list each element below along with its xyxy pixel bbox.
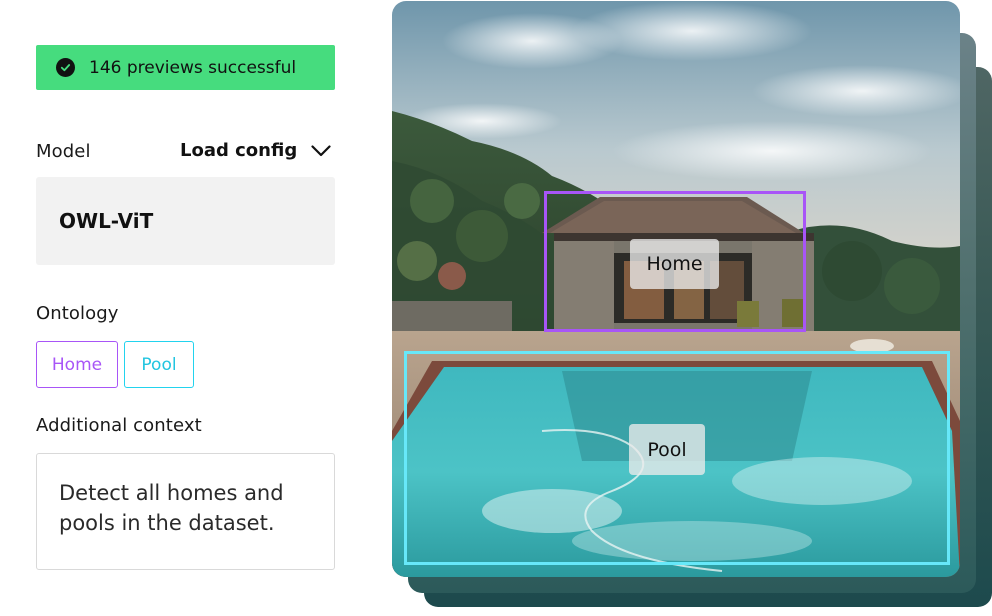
additional-context-textarea[interactable]: Detect all homes and pools in the datase… <box>36 453 335 570</box>
detection-label-pool: Pool <box>629 424 705 475</box>
load-config-label: Load config <box>180 140 298 161</box>
ontology-chip-home[interactable]: Home <box>36 341 118 388</box>
model-label: Model <box>36 141 91 162</box>
chevron-down-icon <box>311 144 331 156</box>
model-selector[interactable]: OWL-ViT <box>36 177 335 265</box>
ontology-chip-label: Pool <box>141 354 177 375</box>
success-banner: 146 previews successful <box>36 45 335 90</box>
additional-context-label: Additional context <box>36 415 202 436</box>
load-config-button[interactable]: Load config <box>180 140 331 161</box>
model-value: OWL-ViT <box>59 209 154 233</box>
ontology-chip-pool[interactable]: Pool <box>124 341 194 388</box>
ontology-label: Ontology <box>36 303 119 324</box>
additional-context-value: Detect all homes and pools in the datase… <box>59 481 284 535</box>
ontology-chip-label: Home <box>51 354 103 375</box>
success-message: 146 previews successful <box>89 57 297 78</box>
detection-label-home: Home <box>630 239 719 289</box>
check-circle-icon <box>56 58 75 77</box>
